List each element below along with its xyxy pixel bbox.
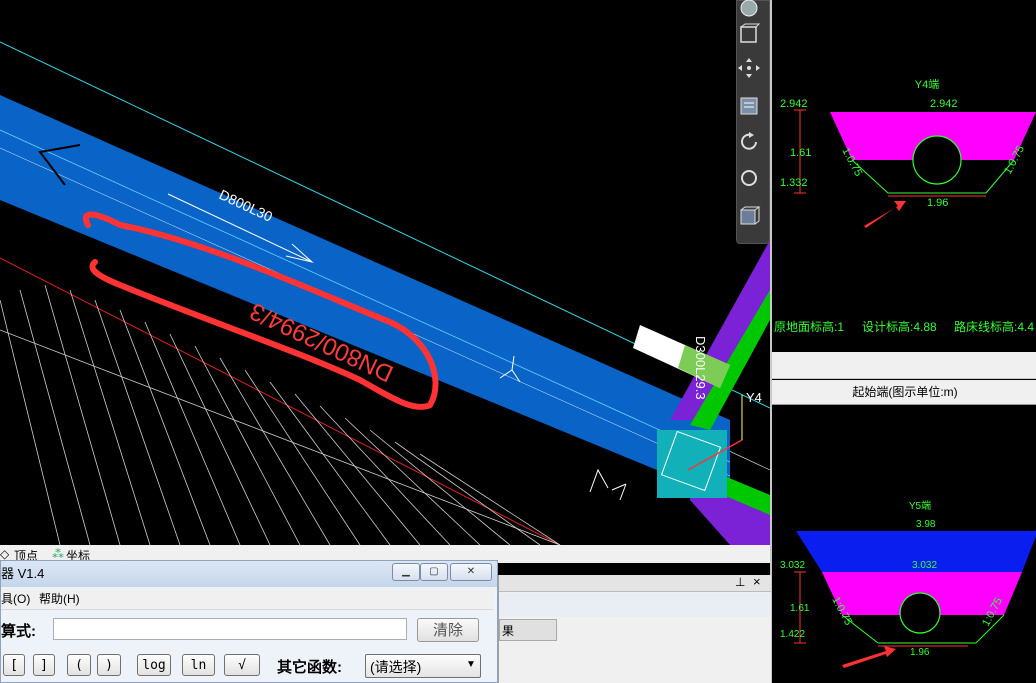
pipe-circle — [899, 592, 941, 634]
section-title: Y5端 — [909, 499, 931, 512]
pointer-arrow — [864, 201, 906, 228]
north-symbol — [589, 468, 627, 501]
bottom-width-label: 1.96 — [910, 647, 930, 658]
bracket-open-button[interactable]: [ — [3, 654, 25, 676]
cad-drawing: D800L30 DN800/2994/3 D300L29.3 Y4 — [0, 41, 770, 545]
main-pipe — [0, 95, 730, 500]
rotate-icon[interactable] — [737, 131, 761, 153]
roadbed-elevation: 路床线标高:4.4 — [954, 320, 1035, 334]
section-view-bottom: Y5端 3.98 3.032 3.032 1.61 1.422 1:0.75 1… — [772, 405, 1036, 683]
pan-icon[interactable] — [737, 57, 761, 79]
view-cube-icon[interactable] — [737, 23, 761, 45]
dim-bottom-label: 1.332 — [780, 177, 808, 189]
window-close-button[interactable]: ✕ — [450, 563, 492, 581]
section-view-top: Y4端 2.942 2.942 1.61 1.332 1:0.75 1:0.75… — [772, 0, 1036, 352]
function-select[interactable]: (请选择) ▼ — [365, 654, 481, 678]
result-tab[interactable]: 果 — [499, 619, 557, 641]
pin-icon[interactable]: ⊥ — [735, 575, 745, 589]
menu-help[interactable]: 帮助(H) — [39, 589, 80, 609]
box-icon[interactable] — [737, 205, 761, 227]
pointer-arrow — [842, 646, 896, 668]
elevation-info: 原地面标高:1 设计标高:4.88 路床线标高:4.4 — [772, 312, 1036, 340]
dim-bottom-label: 1.422 — [780, 629, 805, 640]
node-label: Y4 — [746, 390, 762, 405]
expression-input[interactable] — [53, 618, 407, 640]
section-header: 起始端(图示单位:m) — [772, 380, 1036, 405]
mid-center-label: 3.032 — [912, 560, 937, 571]
pipe-circle — [912, 135, 962, 185]
calculator-menubar: 具(O) 帮助(H) — [1, 589, 493, 610]
ground-elevation: 原地面标高:1 — [774, 320, 845, 334]
docked-panel: ⊥ × 果 — [498, 574, 771, 683]
sqrt-button[interactable]: √ — [224, 654, 260, 676]
expression-label: 算式: — [1, 623, 36, 640]
left-top-label: 3.032 — [780, 560, 805, 571]
function-select-value: (请选择) — [370, 659, 422, 675]
panel-separator — [772, 352, 1036, 379]
paren-close-button[interactable]: ) — [97, 654, 121, 676]
calculator-titlebar: 器 V1.4 ▁ ▢ ✕ — [1, 561, 497, 587]
orbit-icon[interactable] — [737, 0, 761, 19]
cad-viewport[interactable]: D800L30 DN800/2994/3 D300L29.3 Y4 — [0, 0, 770, 545]
zoom-extents-icon[interactable] — [737, 95, 761, 117]
close-icon[interactable]: × — [753, 574, 761, 589]
view-toolbar — [736, 0, 770, 244]
menu-tools[interactable]: 具(O) — [1, 589, 30, 609]
maximize-button[interactable]: ▢ — [420, 563, 448, 581]
vertex-tab-icon: ◇ — [0, 547, 10, 561]
chevron-down-icon: ▼ — [466, 659, 476, 670]
top-center-label: 3.98 — [916, 519, 936, 530]
calculator-window: 器 V1.4 ▁ ▢ ✕ 具(O) 帮助(H) 算式: 清除 [ ] ( ) l… — [0, 560, 498, 683]
circle-icon[interactable] — [737, 167, 761, 189]
section-title: Y4端 — [915, 78, 939, 91]
clear-button[interactable]: 清除 — [417, 618, 479, 642]
top-center-label: 2.942 — [930, 98, 958, 110]
left-top-label: 2.942 — [780, 98, 808, 110]
log-button[interactable]: log — [137, 654, 171, 676]
other-functions-label: 其它函数: — [277, 659, 342, 676]
design-elevation: 设计标高:4.88 — [862, 320, 937, 334]
side-pipe-label: D300L29.3 — [693, 336, 708, 400]
coords-tab-icon: ⁂ — [52, 547, 64, 561]
manhole-box — [657, 430, 727, 498]
ln-button[interactable]: ln — [182, 654, 215, 676]
paren-open-button[interactable]: ( — [67, 654, 91, 676]
dim-mid-label: 1.61 — [790, 147, 811, 159]
bottom-width-label: 1.96 — [927, 197, 948, 209]
pipe-centerline — [0, 129, 731, 463]
dim-mid-label: 1.61 — [790, 603, 810, 614]
minimize-button[interactable]: ▁ — [392, 563, 420, 581]
bracket-close-button[interactable]: ] — [33, 654, 55, 676]
section-panel: Y4端 2.942 2.942 1.61 1.332 1:0.75 1:0.75… — [770, 0, 1036, 683]
window-title: 器 V1.4 — [1, 566, 45, 581]
